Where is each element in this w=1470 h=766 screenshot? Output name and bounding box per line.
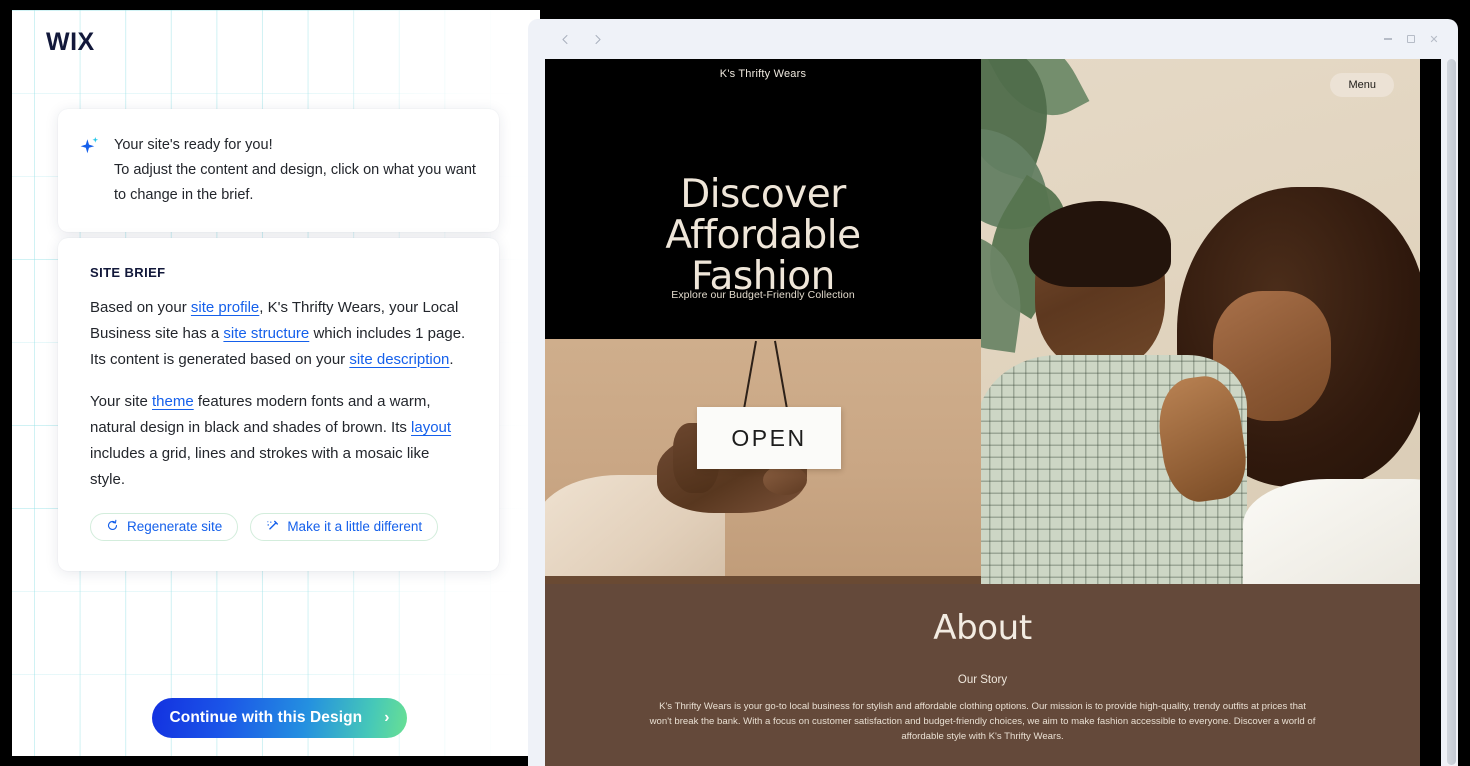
browser-window: ✕ K's Thrifty Wears Discover Affordable … (528, 19, 1458, 766)
continue-label: Continue with this Design (169, 709, 363, 726)
minimize-icon[interactable] (1382, 33, 1394, 45)
wix-logo[interactable]: WIX (46, 28, 95, 57)
preview-scrollbar[interactable] (1445, 59, 1458, 766)
link-site-structure[interactable]: site structure (223, 325, 309, 342)
site-menu-button[interactable]: Menu (1330, 73, 1394, 97)
site-ready-subline: To adjust the content and design, click … (114, 162, 476, 203)
about-title: About (933, 608, 1032, 648)
make-it-different-button[interactable]: Make it a little different (250, 512, 439, 541)
site-brief-paragraph-1: Based on your site profile, K's Thrifty … (90, 295, 467, 372)
link-site-description[interactable]: site description (349, 351, 449, 368)
about-body-text: K's Thrifty Wears is your go-to local bu… (649, 701, 1316, 742)
about-section: About Our Story K's Thrifty Wears is you… (545, 584, 1420, 766)
brief-action-row: Regenerate site Make it a little differe… (90, 512, 467, 541)
man-hair-shape (1029, 201, 1171, 287)
link-layout[interactable]: layout (411, 419, 451, 436)
preview-scrollbar-thumb[interactable] (1447, 59, 1456, 765)
site-title: K's Thrifty Wears (719, 68, 807, 80)
site-ready-headline: Your site's ready for you! (114, 137, 273, 153)
regenerate-site-label: Regenerate site (127, 519, 223, 535)
woman-top-shape (1243, 479, 1420, 584)
screen-root: WIX Your site's ready for you! To adjust… (0, 0, 1470, 766)
hero-heading: Discover Affordable Fashion (545, 174, 981, 297)
window-controls: ✕ (1382, 33, 1446, 46)
about-subtitle: Our Story (957, 674, 1008, 686)
left-panel: WIX Your site's ready for you! To adjust… (12, 10, 540, 756)
make-it-different-label: Make it a little different (287, 519, 423, 535)
site-brief-paragraph-2: Your site theme features modern fonts an… (90, 389, 467, 492)
link-site-profile[interactable]: site profile (191, 299, 259, 316)
chevron-right-icon[interactable] (584, 26, 610, 52)
chevron-right-icon: › (384, 709, 390, 726)
close-icon[interactable]: ✕ (1428, 33, 1440, 46)
chevron-left-icon[interactable] (552, 26, 578, 52)
site-ready-card: Your site's ready for you! To adjust the… (58, 109, 499, 232)
hero-text-panel: K's Thrifty Wears Discover Affordable Fa… (545, 59, 981, 339)
magic-wand-icon (266, 519, 279, 535)
hero-heading-line-1: Discover (680, 172, 846, 217)
browser-chrome: ✕ (528, 19, 1458, 59)
link-theme[interactable]: theme (152, 393, 194, 410)
maximize-icon[interactable] (1405, 33, 1417, 45)
site-preview: K's Thrifty Wears Discover Affordable Fa… (545, 59, 1441, 766)
continue-with-design-button[interactable]: Continue with this Design › (152, 698, 407, 738)
refresh-icon (106, 519, 119, 535)
open-sign-photo: OPEN (545, 339, 981, 584)
sign-string-right (774, 340, 788, 411)
brief-p1-text-4: . (449, 350, 454, 368)
brief-p2-text-3: includes a grid, lines and strokes with … (90, 444, 430, 488)
brief-p2-text-1: Your site (90, 393, 152, 411)
brief-p1-text-1: Based on your (90, 299, 191, 316)
open-sign-text: OPEN (697, 407, 841, 469)
sign-string-left (742, 340, 757, 411)
site-brief-card: SITE BRIEF Based on your site profile, K… (58, 238, 499, 571)
hero-section: K's Thrifty Wears Discover Affordable Fa… (545, 59, 1420, 584)
sparkle-icon (80, 136, 100, 158)
hero-heading-line-2: Affordable (665, 213, 861, 258)
regenerate-site-button[interactable]: Regenerate site (90, 512, 239, 541)
site-ready-text: Your site's ready for you! To adjust the… (114, 133, 477, 208)
hero-subtitle: Explore our Budget-Friendly Collection (671, 289, 855, 301)
couple-photo: Menu (981, 59, 1420, 584)
site-brief-title: SITE BRIEF (90, 265, 166, 280)
floor-strip (545, 576, 981, 584)
hand-thumb-shape (763, 465, 807, 495)
